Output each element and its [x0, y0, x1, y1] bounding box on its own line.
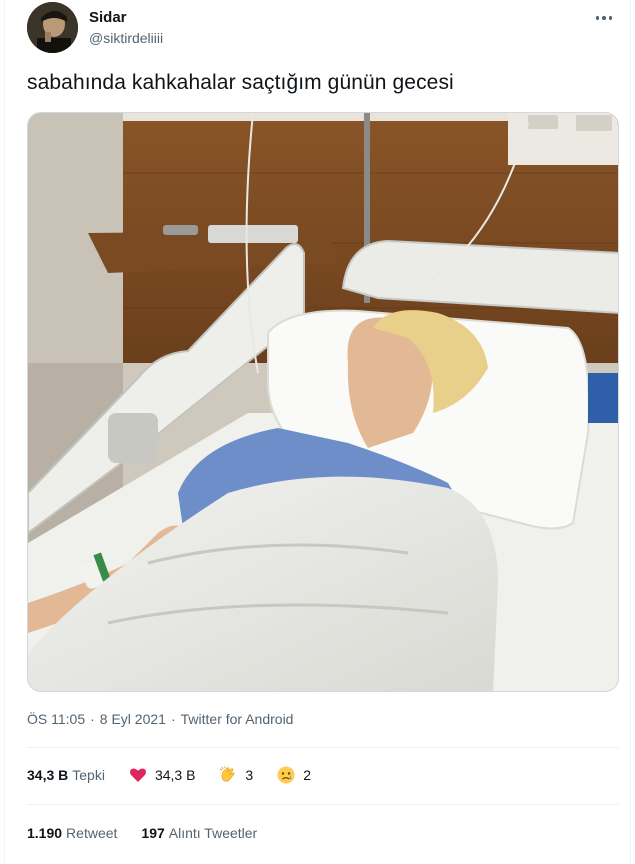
- divider: [27, 747, 619, 748]
- quote-tweets-stat[interactable]: 197 Alıntı Tweetler: [141, 825, 257, 841]
- sad-reactions[interactable]: 2: [277, 766, 311, 784]
- tweet-time[interactable]: ÖS 11:05: [27, 711, 85, 727]
- retweets-stat[interactable]: 1.190 Retweet: [27, 825, 117, 841]
- author-handle[interactable]: @siktirdeliiii: [89, 30, 163, 46]
- meta-separator: ·: [90, 711, 95, 727]
- avatar[interactable]: [27, 2, 78, 53]
- reactions-row: 34,3 B Tepki 34,3 B 3 2: [27, 766, 335, 784]
- clap-reactions[interactable]: 3: [219, 766, 253, 784]
- tweet-source[interactable]: Twitter for Android: [181, 711, 294, 727]
- engagement-row: 1.190 Retweet 197 Alıntı Tweetler: [27, 825, 281, 841]
- total-reactions-label: Tepki: [72, 767, 105, 783]
- heart-reactions[interactable]: 34,3 B: [129, 766, 195, 784]
- more-options-button[interactable]: [592, 6, 616, 30]
- meta-separator: ·: [170, 711, 176, 727]
- clapping-hands-emoji-icon: [219, 766, 237, 784]
- total-reactions-count: 34,3 B: [27, 767, 69, 783]
- more-horizontal-icon: [595, 16, 600, 20]
- quote-count: 197: [141, 825, 165, 841]
- retweet-count: 1.190: [27, 825, 63, 841]
- tweet-date[interactable]: 8 Eyl 2021: [100, 711, 166, 727]
- quote-label: Alıntı Tweetler: [168, 825, 258, 841]
- total-reactions[interactable]: 34,3 B Tepki: [27, 767, 105, 783]
- tweet-text: sabahında kahkahalar saçtığım günün gece…: [27, 71, 454, 94]
- retweet-label: Retweet: [66, 825, 118, 841]
- heart-count: 34,3 B: [154, 767, 196, 783]
- sad-face-emoji-icon: [277, 766, 295, 784]
- heart-emoji-icon: [129, 766, 147, 784]
- tweet-metadata: ÖS 11:05 · 8 Eyl 2021 · Twitter for Android: [27, 711, 293, 727]
- tweet-card: Sidar @siktirdeliiii sabahında kahkahala…: [4, 0, 631, 864]
- author-display-name[interactable]: Sidar: [89, 9, 127, 26]
- tweet-photo[interactable]: [27, 112, 619, 692]
- sad-count: 2: [303, 767, 312, 783]
- divider: [27, 804, 619, 805]
- clap-count: 3: [245, 767, 254, 783]
